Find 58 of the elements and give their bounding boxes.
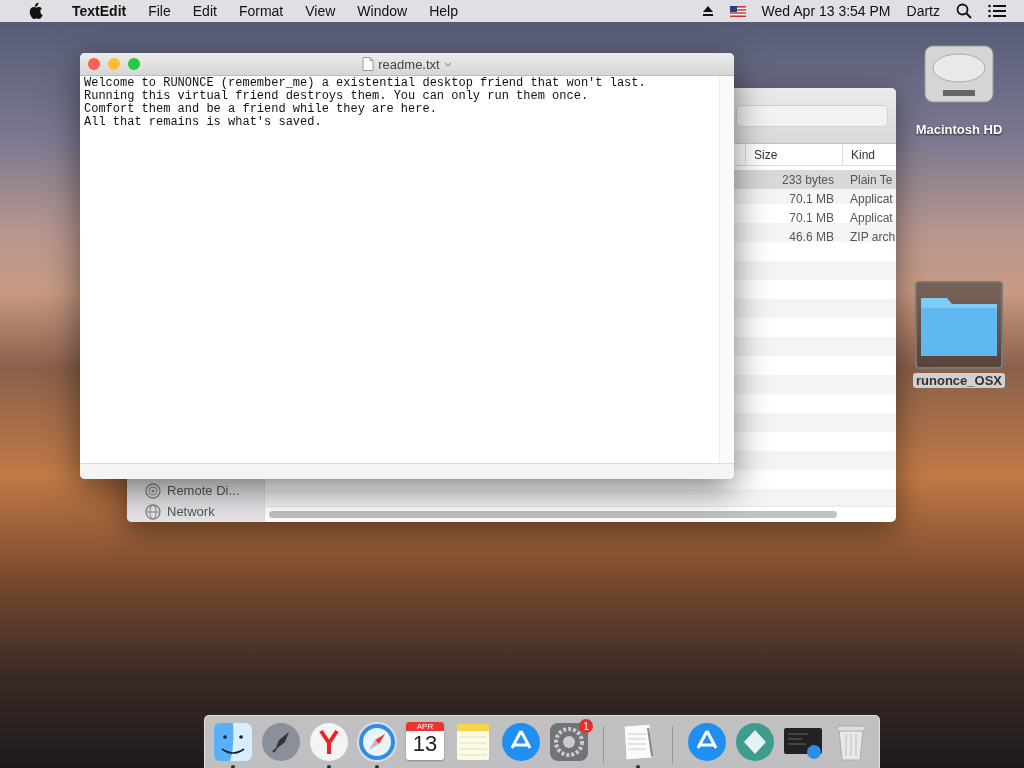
letter-a-icon[interactable] — [501, 722, 541, 762]
zoom-button[interactable] — [128, 58, 140, 70]
hard-drive-icon — [923, 42, 995, 106]
search-icon — [956, 3, 972, 19]
disc-icon — [145, 482, 161, 499]
text-line: Running this virtual friend destroys them. You can only run them once. — [84, 90, 590, 103]
kind-cell-text: ZIP arch — [849, 229, 896, 244]
gear-icon[interactable] — [549, 722, 589, 762]
text-line: Welcome to RUNONCE (remember_me) a existential desktop friend that won't last. — [84, 77, 647, 90]
calendar-icon[interactable]: APR 13 — [406, 722, 444, 760]
calendar-month: APR — [406, 722, 444, 731]
size-cell-text: 70.1 MB — [788, 210, 835, 225]
text-line: All that remains is what's saved. — [84, 116, 323, 129]
notification-badge: 1 — [579, 719, 593, 733]
desktop-icon-label[interactable]: Macintosh HD — [912, 122, 1006, 137]
finder-icon[interactable] — [213, 722, 253, 762]
size-cell-text: 70.1 MB — [788, 191, 835, 206]
flag-icon — [729, 5, 746, 17]
chevron-icon — [443, 61, 452, 67]
compass-icon[interactable] — [357, 722, 397, 762]
letter-a-icon[interactable] — [687, 722, 727, 762]
size-cell-text: 233 bytes — [780, 172, 835, 187]
window-title: readme.txt — [378, 56, 440, 72]
eject-icon — [701, 5, 714, 17]
menu-item[interactable]: Help — [418, 3, 469, 19]
file-row[interactable]: 70.1 MB Applicat — [734, 189, 896, 208]
file-row[interactable]: 233 bytes Plain Te — [734, 170, 896, 189]
desktop-icon-label[interactable]: runonce_OSX — [913, 373, 1005, 388]
menu-item[interactable]: Window — [346, 3, 419, 19]
menu-item[interactable]: File — [137, 3, 182, 19]
close-button[interactable] — [88, 58, 100, 70]
kind-cell-text: Plain Te — [849, 172, 894, 187]
user-name[interactable]: Dartz — [898, 3, 948, 19]
file-row[interactable]: 70.1 MB Applicat — [734, 208, 896, 227]
sidebar-item[interactable]: Network — [127, 501, 264, 522]
text-line: Comfort them and be a friend while they are here. — [84, 103, 438, 116]
menu-item[interactable]: View — [294, 3, 347, 19]
column-title[interactable]: Kind — [842, 144, 896, 165]
kind-cell-text: Applicat — [849, 210, 894, 225]
kind-cell-text: Applicat — [849, 191, 894, 206]
calendar-day: 13 — [412, 731, 438, 757]
icon-selection[interactable] — [915, 281, 1003, 369]
menu-item[interactable]: Format — [227, 3, 295, 19]
menu-icon — [988, 4, 1006, 18]
app-name[interactable]: TextEdit — [61, 3, 138, 19]
file-row[interactable]: 46.6 MB ZIP arch — [734, 227, 896, 246]
document-icon — [362, 57, 375, 71]
menu-clock[interactable]: Wed Apr 13 3:54 PM — [753, 3, 899, 19]
letter-y-icon[interactable] — [309, 722, 349, 762]
search-field[interactable] — [736, 104, 888, 127]
menu-item[interactable]: Edit — [181, 3, 228, 19]
scrollbar-thumb[interactable] — [269, 511, 837, 518]
globe-icon — [145, 503, 161, 520]
column-title[interactable]: Size — [745, 144, 842, 165]
size-cell-text: 46.6 MB — [788, 229, 835, 244]
sidebar-item[interactable]: Remote Di... — [127, 480, 264, 501]
apple-icon — [28, 2, 43, 20]
vertical-scrollbar[interactable] — [719, 76, 734, 463]
